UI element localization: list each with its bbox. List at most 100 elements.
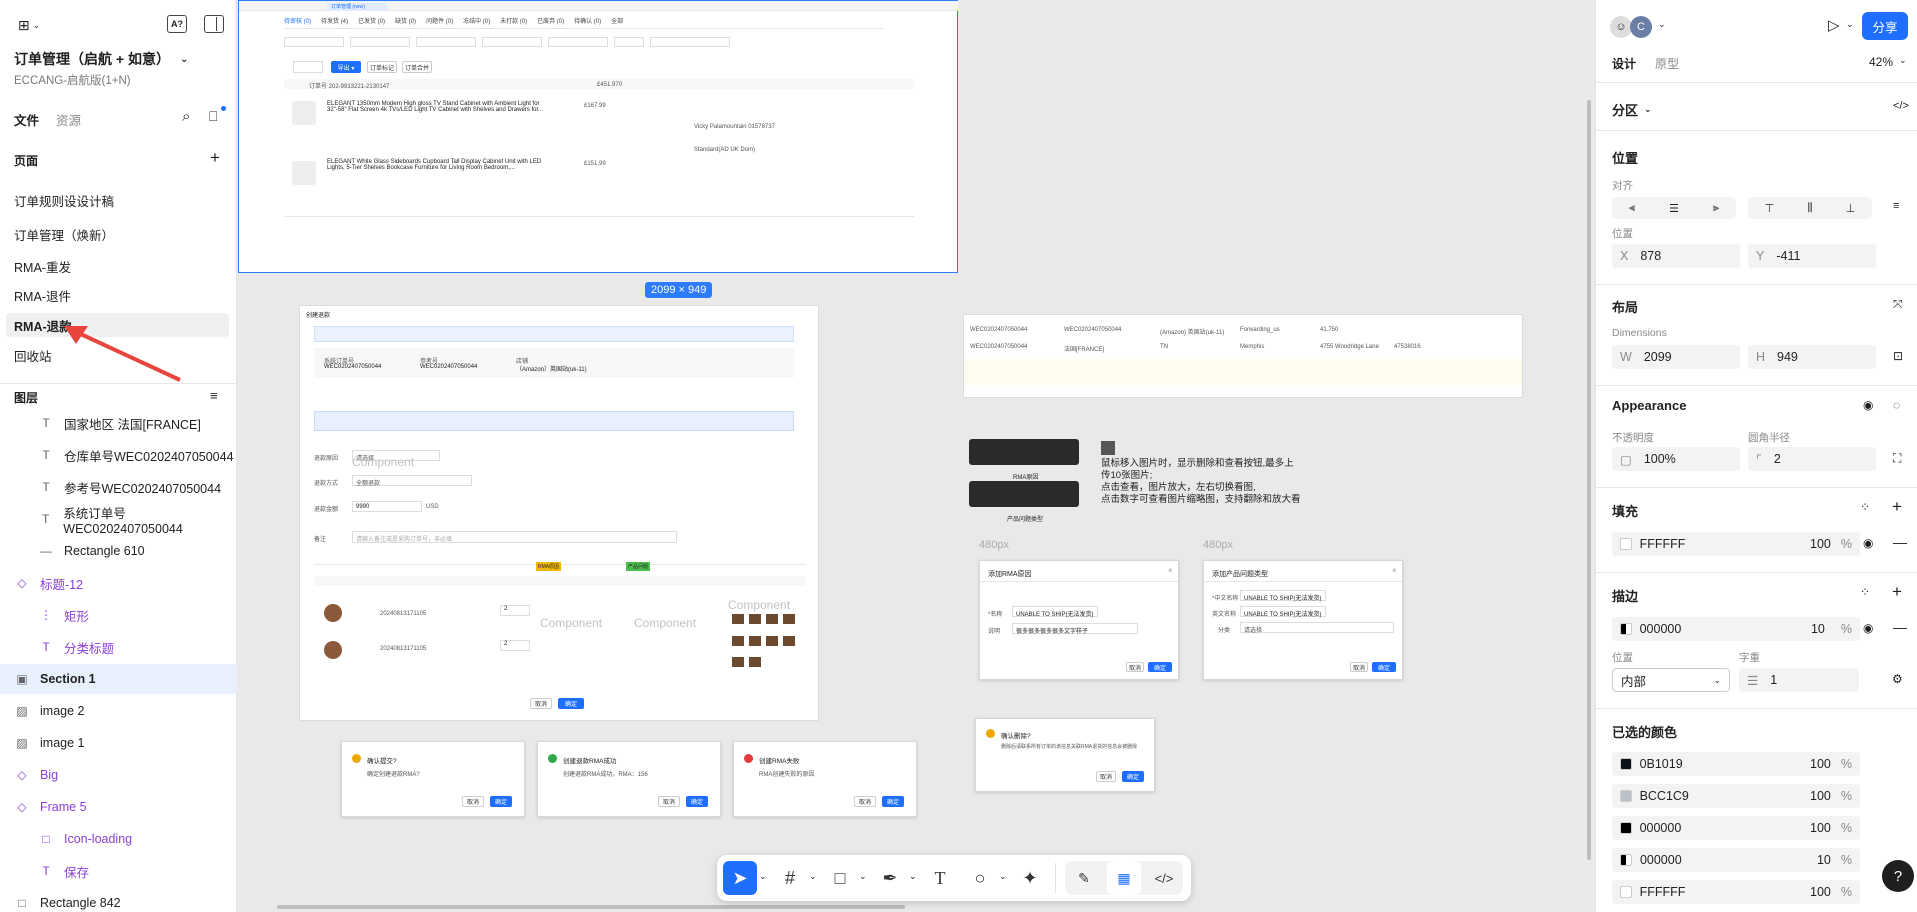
color-row[interactable]: 000000 10% (1612, 848, 1860, 872)
page-item[interactable]: 订单规则设设计稿 (6, 188, 229, 212)
confirm-button[interactable]: 确定 (686, 796, 708, 807)
zoom-level[interactable]: 42% (1869, 55, 1893, 69)
layer-item[interactable]: ▣ Section 1 (0, 664, 237, 694)
qty1[interactable]: 2 (500, 605, 530, 616)
stroke-position-select[interactable]: 内部 ⌄ (1612, 668, 1730, 692)
pen-tool-icon[interactable]: ✒ (873, 861, 907, 895)
align-bottom-icon[interactable]: ⊥ (1846, 202, 1856, 215)
comment-tool-icon[interactable]: ○ (963, 861, 997, 895)
radius-field[interactable]: ⌜ 2 (1748, 447, 1876, 471)
design-mode-icon[interactable]: ▦ (1107, 861, 1141, 895)
confirm-button[interactable]: 确定 (1372, 662, 1396, 672)
text-tool-icon[interactable]: T (923, 861, 957, 895)
x-field[interactable]: X 878 (1612, 244, 1740, 268)
add-stroke-icon[interactable]: + (1892, 582, 1902, 602)
color-row[interactable]: 0B1019 100% (1612, 752, 1860, 776)
order-tab[interactable]: 已发货 (0) (358, 16, 385, 25)
tab-assets[interactable]: 资源 (56, 110, 81, 129)
layer-item[interactable]: T 参考号WEC0202407050044 (0, 472, 237, 502)
chevron-down-icon[interactable]: ⌄ (1846, 19, 1854, 30)
cancel-button[interactable]: 取消 (1096, 771, 1116, 782)
remove-fill-icon[interactable]: — (1893, 534, 1907, 550)
stroke-settings-icon[interactable]: ⚙ (1892, 672, 1903, 686)
page-item[interactable]: RMA-退件 (6, 283, 229, 307)
order-tab[interactable]: 待发货 (4) (321, 16, 348, 25)
cancel-button[interactable]: 取消 (658, 796, 680, 807)
frame-tool-icon[interactable]: # (773, 861, 807, 895)
refund-way-select[interactable]: 全额退款 (356, 478, 380, 487)
stroke-field[interactable]: 000000 10% (1612, 617, 1860, 641)
horizontal-scrollbar[interactable] (277, 905, 905, 909)
draw-mode-icon[interactable]: ✎ (1067, 861, 1101, 895)
layer-item[interactable]: ⋮ 矩形 (0, 600, 237, 630)
refund-form-frame[interactable]: 创建退款 系统订单号 WEC0202407050044 参考号 WEC02024… (299, 305, 819, 721)
align-middle-icon[interactable]: ⫼ (1807, 202, 1812, 215)
desc-input[interactable]: 很多很多很多很多文字样子 (1016, 626, 1088, 635)
w-field[interactable]: W 2099 (1612, 345, 1740, 369)
refund-amount-input[interactable]: 9990 (356, 504, 369, 510)
share-button[interactable]: 分享 (1862, 12, 1908, 40)
tab-files[interactable]: 文件 (14, 110, 39, 129)
project-title[interactable]: 订单管理（启航 + 如意） ⌄ (14, 49, 188, 69)
page-item[interactable]: RMA-重发 (6, 254, 229, 278)
constraints-icon[interactable]: ⊡ (1893, 349, 1903, 363)
h-field[interactable]: H 949 (1748, 345, 1876, 369)
confirm-button[interactable]: 确定 (490, 796, 512, 807)
add-page-icon[interactable]: + (210, 148, 220, 168)
qty2[interactable]: 2 (500, 640, 530, 651)
stroke-weight-field[interactable]: ☰ 1 (1739, 668, 1859, 692)
confirm-button[interactable]: 确定 (1122, 771, 1144, 782)
move-tool-icon[interactable]: ➤ (723, 861, 757, 895)
help-button[interactable]: ? (1882, 860, 1914, 892)
section-selector[interactable]: 分区 ⌄ (1612, 100, 1652, 119)
align-left-icon[interactable]: ⫷ (1629, 202, 1635, 215)
style-grid-icon[interactable]: ⁘ (1860, 585, 1870, 599)
order-tab[interactable]: 问题件 (0) (426, 16, 453, 25)
avatar[interactable]: ☺ (1610, 16, 1632, 38)
order-tab[interactable]: 冻结中 (0) (463, 16, 490, 25)
layer-item[interactable]: ▨ image 1 (0, 728, 237, 758)
play-icon[interactable]: ▷ (1828, 16, 1840, 34)
layer-item[interactable]: T 保存 (0, 856, 237, 886)
canvas[interactable]: 订单管理 (new) 待审核 (0) 待发货 (4) 已发货 (0) 缺货 (0) 问题… (237, 0, 1595, 912)
layer-item[interactable]: □ Rectangle 842 (0, 888, 237, 912)
eye-icon[interactable]: ◉ (1863, 621, 1873, 635)
sidebar-toggle-icon[interactable] (204, 15, 224, 33)
chevron-down-icon[interactable]: ⌄ (909, 871, 917, 882)
confirm-button[interactable]: 确定 (882, 796, 904, 807)
align-top-icon[interactable]: ⊤ (1765, 202, 1775, 215)
tab-design[interactable]: 设计 (1612, 55, 1636, 72)
rectangle-tool-icon[interactable]: □ (823, 861, 857, 895)
layer-item[interactable]: ◇ Frame 5 (0, 792, 237, 822)
en-name-input[interactable]: UNABLE TO SHIP(无法发货) (1244, 609, 1321, 618)
search-icon[interactable]: ⌕ (182, 108, 190, 125)
align-right-icon[interactable]: ⫸ (1713, 202, 1719, 215)
cancel-button[interactable]: 取消 (1350, 662, 1368, 672)
color-row[interactable]: BCC1C9 100% (1612, 784, 1860, 808)
chevron-down-icon[interactable]: ⌄ (999, 871, 1007, 882)
confirm-button[interactable]: 确定 (1148, 662, 1172, 672)
tab-prototype[interactable]: 原型 (1655, 55, 1679, 72)
add-fill-icon[interactable]: + (1892, 497, 1902, 517)
fill-field[interactable]: FFFFFF 100% (1612, 532, 1860, 556)
cancel-button[interactable]: 取消 (854, 796, 876, 807)
chevron-down-icon[interactable]: ⌄ (859, 871, 867, 882)
layer-item[interactable]: — Rectangle 610 (0, 536, 237, 566)
avatar[interactable]: C (1630, 16, 1652, 38)
eye-icon[interactable]: ◉ (1863, 536, 1873, 550)
color-row[interactable]: FFFFFF 100% (1612, 880, 1860, 904)
category-select[interactable]: 请选择 (1244, 625, 1262, 634)
order-tab[interactable]: 未打款 (0) (500, 16, 527, 25)
name-input[interactable]: UNABLE TO SHIP(无法发货) (1016, 609, 1093, 618)
layer-item[interactable]: □ Icon-loading (0, 824, 237, 854)
style-grid-icon[interactable]: ⁘ (1860, 500, 1870, 514)
resize-icon[interactable]: ⤧ (1893, 297, 1903, 312)
ai-tool-icon[interactable]: ✦ (1013, 861, 1047, 895)
chevron-down-icon[interactable]: ⌄ (1899, 55, 1907, 66)
color-row[interactable]: 000000 100% (1612, 816, 1860, 840)
library-icon[interactable]: ⎕ (209, 106, 226, 125)
layer-item[interactable]: ▨ image 2 (0, 696, 237, 726)
y-field[interactable]: Y -411 (1748, 244, 1876, 268)
layer-item[interactable]: T 国家地区 法国[FRANCE] (0, 408, 237, 438)
collapse-layers-icon[interactable]: ≡ (210, 388, 218, 403)
